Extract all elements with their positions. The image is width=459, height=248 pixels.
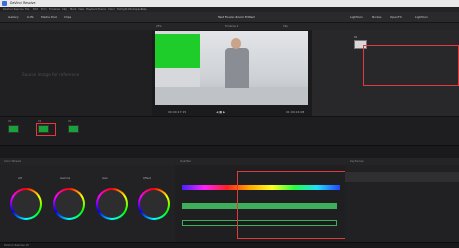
viewer-header: 25% Timeline 1 Clip xyxy=(0,23,459,30)
clip-highlight xyxy=(36,123,56,136)
keyframes-panel xyxy=(345,165,459,242)
clip-label: V1 xyxy=(68,120,72,123)
presenter-body xyxy=(225,48,249,88)
clips-button[interactable]: Clips xyxy=(64,15,71,19)
luts-button[interactable]: LUTs xyxy=(27,15,34,19)
clip-thumbnail[interactable] xyxy=(8,125,19,133)
gain-wheel[interactable] xyxy=(96,188,128,220)
app-icon xyxy=(2,1,7,6)
clip-thumbnail-bar: V1 V1 V1 xyxy=(0,116,459,145)
timeline-name[interactable]: Timeline 1 xyxy=(225,25,239,28)
menu-item[interactable]: File xyxy=(25,8,29,11)
window-title: DaVinci Resolve xyxy=(10,1,36,5)
wheel-label: Gain xyxy=(102,177,108,180)
menu-item[interactable]: Fusion xyxy=(98,8,106,11)
menu-item[interactable]: Color xyxy=(108,8,115,11)
zoom-label[interactable]: 25% xyxy=(156,25,162,28)
highlight-box xyxy=(363,45,459,86)
media-pool-button[interactable]: Media Pool xyxy=(41,15,57,19)
menu-item[interactable]: Trim xyxy=(41,8,47,11)
timecode-right: 01:00:24:08 xyxy=(286,110,305,114)
viewer-panel: 00:00:17:15 ◀ ■ ▶ 01:00:24:08 xyxy=(152,30,312,116)
top-toolbar: Gallery LUTs Media Pool Clips Test Fusio… xyxy=(0,12,459,23)
tab-wheels[interactable]: Color Wheels xyxy=(4,160,21,163)
clip-thumbnail[interactable] xyxy=(68,125,79,133)
status-app-label: DaVinci Resolve 15 xyxy=(4,244,29,247)
node-editor: 01 xyxy=(312,30,459,116)
clip-mode[interactable]: Clip xyxy=(283,25,288,28)
color-wheels-panel: Lift Gamma Gain Offset xyxy=(0,165,175,242)
status-bar: DaVinci Resolve 15 xyxy=(0,242,459,248)
menu-item[interactable]: Playback xyxy=(86,8,98,11)
presenter-head xyxy=(231,38,241,49)
menu-item[interactable]: Edit xyxy=(33,8,38,11)
mini-timeline[interactable] xyxy=(0,145,459,158)
studio-floor xyxy=(155,87,308,105)
timecode-left: 00:00:17:15 xyxy=(168,110,187,114)
lightbox-button[interactable]: Lightbox xyxy=(350,15,363,19)
gallery-placeholder: Source image for reference xyxy=(22,72,80,77)
menu-item[interactable]: Clip xyxy=(62,8,67,11)
play-button[interactable]: ◀ ■ ▶ xyxy=(216,110,225,114)
project-title: Test Fusion Zoom Edited xyxy=(218,15,255,19)
node-number: 01 xyxy=(354,36,358,39)
clip-label: V1 xyxy=(8,120,12,123)
title-bar: DaVinci Resolve xyxy=(0,0,459,7)
green-screen xyxy=(155,34,200,68)
highlight-box xyxy=(237,171,347,239)
menu-item[interactable]: Timeline xyxy=(49,8,60,11)
menu-item[interactable]: Help xyxy=(141,8,147,11)
menu-item[interactable]: Fairlight xyxy=(117,8,127,11)
openfx-button[interactable]: OpenFX xyxy=(390,15,402,19)
panel-tabs: Color Wheels Qualifier Keyframes xyxy=(0,158,459,165)
lift-wheel[interactable] xyxy=(10,188,42,220)
video-frame[interactable] xyxy=(155,31,308,105)
nodes-button[interactable]: Nodes xyxy=(372,15,381,19)
gallery-panel: Source image for reference xyxy=(0,30,152,116)
wheel-label: Lift xyxy=(18,177,23,180)
wheel-label: Offset xyxy=(143,177,151,180)
lightbox-button[interactable]: Lightbox xyxy=(415,15,428,19)
menu-item[interactable]: Mark xyxy=(70,8,76,11)
tab-keyframes[interactable]: Keyframes xyxy=(350,160,364,163)
wheel-label: Gamma xyxy=(60,177,71,180)
tab-qualifier[interactable]: Qualifier xyxy=(180,160,191,163)
gamma-wheel[interactable] xyxy=(53,188,85,220)
menu-item[interactable]: View xyxy=(78,8,84,11)
offset-wheel[interactable] xyxy=(138,188,170,220)
keyframe-track[interactable] xyxy=(345,172,459,182)
gallery-button[interactable]: Gallery xyxy=(8,15,19,19)
menu-item[interactable]: DaVinci Resolve xyxy=(3,8,24,11)
